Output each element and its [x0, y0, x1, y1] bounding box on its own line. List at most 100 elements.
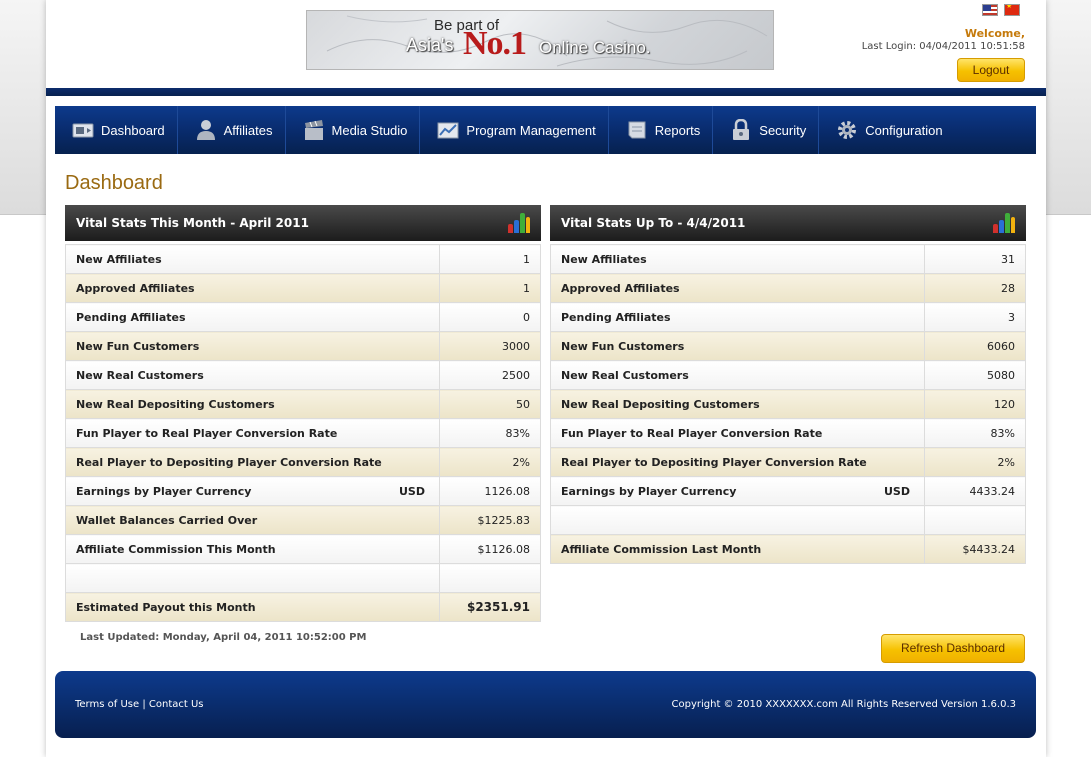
stat-label: Pending Affiliates — [550, 302, 925, 332]
vital-stats-total-panel: Vital Stats Up To - 4/4/2011 New Affilia… — [550, 205, 1026, 564]
stat-value: 2500 — [439, 360, 541, 390]
table-row: Affiliate Commission Last Month $4433.24 — [550, 534, 1026, 564]
table-row: Fun Player to Real Player Conversion Rat… — [65, 418, 541, 448]
nav-item-dashboard[interactable]: Dashboard — [55, 106, 178, 154]
nav-item-security[interactable]: Security — [713, 106, 820, 154]
header-divider — [46, 88, 1046, 96]
table-row: New Affiliates 31 — [550, 244, 1026, 274]
page-title: Dashboard — [65, 172, 163, 194]
last-login-text: Last Login: 04/04/2011 10:51:58 — [861, 41, 1025, 52]
stat-label: Affiliate Commission Last Month — [550, 534, 925, 564]
table-row: Approved Affiliates 28 — [550, 273, 1026, 303]
china-flag-icon[interactable] — [1004, 4, 1020, 16]
clapperboard-icon — [303, 119, 325, 141]
stat-value: 0 — [439, 302, 541, 332]
table-row — [550, 505, 1026, 535]
reports-icon — [626, 119, 648, 141]
bar-chart-icon[interactable] — [993, 213, 1015, 233]
stat-value: 120 — [924, 389, 1026, 419]
stat-value: 1 — [439, 244, 541, 274]
stat-label: Wallet Balances Carried Over — [65, 505, 440, 535]
stat-value: 2% — [439, 447, 541, 477]
stat-label: New Affiliates — [550, 244, 925, 274]
table-row: Approved Affiliates 1 — [65, 273, 541, 303]
table-row: New Real Customers 2500 — [65, 360, 541, 390]
table-row: New Fun Customers 3000 — [65, 331, 541, 361]
chart-icon — [437, 119, 459, 141]
affiliates-icon — [195, 119, 217, 141]
table-row: Wallet Balances Carried Over $1225.83 — [65, 505, 541, 535]
nav-item-media-studio[interactable]: Media Studio — [286, 106, 421, 154]
last-updated-text: Last Updated: Monday, April 04, 2011 10:… — [80, 632, 367, 643]
stat-value — [439, 563, 541, 593]
footer: Terms of Use | Contact Us Copyright © 20… — [55, 671, 1036, 738]
nav-label-media-studio: Media Studio — [331, 122, 408, 138]
nav-item-affiliates[interactable]: Affiliates — [178, 106, 286, 154]
stat-label: Affiliate Commission This Month — [65, 534, 440, 564]
casino-banner[interactable]: Be part of Asia's No.1 Online Casino. — [306, 10, 774, 70]
stat-value: 1126.08 — [439, 476, 541, 506]
logout-button[interactable]: Logout — [957, 58, 1025, 82]
welcome-text: Welcome, — [964, 27, 1025, 40]
header: Be part of Asia's No.1 Online Casino. We… — [46, 0, 1046, 88]
stat-label: New Real Customers — [550, 360, 925, 390]
page-container: Be part of Asia's No.1 Online Casino. We… — [46, 0, 1046, 757]
table-row: Affiliate Commission This Month $1126.08 — [65, 534, 541, 564]
table-row: Pending Affiliates 0 — [65, 302, 541, 332]
table-row: Real Player to Depositing Player Convers… — [550, 447, 1026, 477]
estimated-payout-value: $2351.91 — [439, 592, 541, 622]
nav-item-configuration[interactable]: Configuration — [819, 106, 954, 154]
nav-label-affiliates: Affiliates — [223, 122, 273, 138]
table-row: Fun Player to Real Player Conversion Rat… — [550, 418, 1026, 448]
stat-label: New Fun Customers — [550, 331, 925, 361]
table-row: Pending Affiliates 3 — [550, 302, 1026, 332]
nav-item-reports[interactable]: Reports — [609, 106, 714, 154]
language-flags — [982, 4, 1020, 16]
banner-line3: No.1 — [463, 25, 527, 62]
panel-title: Vital Stats Up To - 4/4/2011 — [561, 216, 746, 230]
stat-label: Real Player to Depositing Player Convers… — [550, 447, 925, 477]
us-flag-icon[interactable] — [982, 4, 998, 16]
stat-value: 1 — [439, 273, 541, 303]
table-row: Estimated Payout this Month $2351.91 — [65, 592, 541, 622]
table-row: New Real Customers 5080 — [550, 360, 1026, 390]
terms-link[interactable]: Terms of Use — [75, 699, 139, 710]
nav-label-program-management: Program Management — [466, 122, 596, 138]
table-row: Earnings by Player Currency USD 1126.08 — [65, 476, 541, 506]
footer-separator: | — [142, 699, 146, 710]
stat-label: Fun Player to Real Player Conversion Rat… — [550, 418, 925, 448]
stat-label: Approved Affiliates — [65, 273, 440, 303]
stat-label — [65, 563, 440, 593]
contact-link[interactable]: Contact Us — [149, 699, 204, 710]
stat-value: 3000 — [439, 331, 541, 361]
table-row: New Real Depositing Customers 120 — [550, 389, 1026, 419]
stat-value: 3 — [924, 302, 1026, 332]
stat-label: Fun Player to Real Player Conversion Rat… — [65, 418, 440, 448]
stat-value: 31 — [924, 244, 1026, 274]
nav-label-reports: Reports — [654, 122, 701, 138]
stat-label: Estimated Payout this Month — [65, 592, 440, 622]
table-row: New Real Depositing Customers 50 — [65, 389, 541, 419]
lock-icon — [730, 118, 752, 141]
stat-label: New Real Depositing Customers — [65, 389, 440, 419]
nav-item-program-management[interactable]: Program Management — [420, 106, 609, 154]
copyright-text: Copyright © 2010 XXXXXXX.com All Rights … — [671, 699, 1016, 710]
nav-label-configuration: Configuration — [865, 122, 943, 138]
stat-value: 83% — [924, 418, 1026, 448]
main-nav: Dashboard Affiliates Media Studio Progra… — [55, 106, 1036, 154]
stat-value: 4433.24 — [924, 476, 1026, 506]
stat-label: Pending Affiliates — [65, 302, 440, 332]
stats-table: New Affiliates 1 Approved Affiliates 1 Pen… — [65, 244, 541, 622]
refresh-dashboard-button[interactable]: Refresh Dashboard — [881, 634, 1025, 663]
bar-chart-icon[interactable] — [508, 213, 530, 233]
stat-value: 2% — [924, 447, 1026, 477]
panel-title: Vital Stats This Month - April 2011 — [76, 216, 309, 230]
table-row: Real Player to Depositing Player Convers… — [65, 447, 541, 477]
nav-label-dashboard: Dashboard — [101, 122, 165, 138]
dashboard-icon — [72, 119, 94, 141]
nav-label-security: Security — [759, 122, 807, 138]
banner-line4: Online Casino. — [539, 38, 651, 57]
stat-label: New Real Depositing Customers — [550, 389, 925, 419]
stat-value: 50 — [439, 389, 541, 419]
table-row: New Affiliates 1 — [65, 244, 541, 274]
